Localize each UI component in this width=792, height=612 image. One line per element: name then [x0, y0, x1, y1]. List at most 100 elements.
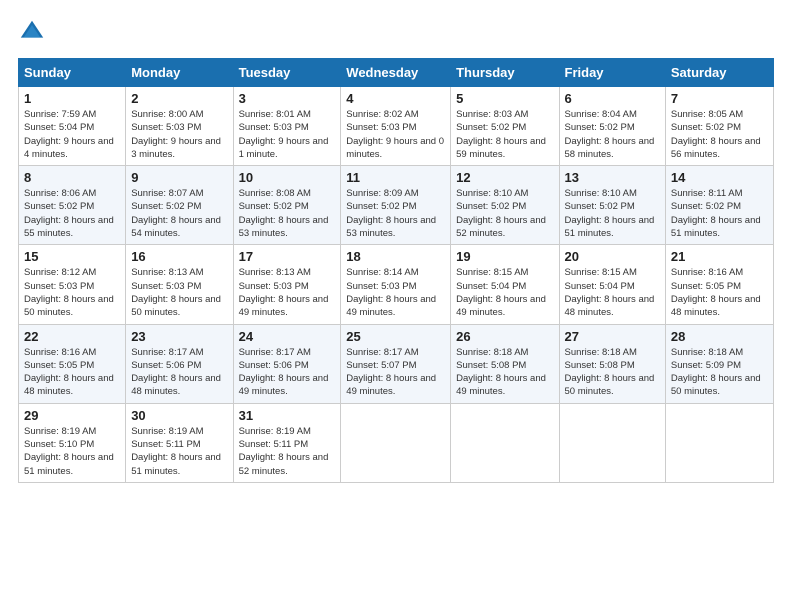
calendar-cell	[559, 403, 665, 482]
weekday-header: Saturday	[665, 59, 773, 87]
day-number: 24	[239, 329, 336, 344]
day-info: Sunrise: 8:00 AMSunset: 5:03 PMDaylight:…	[131, 108, 227, 161]
day-number: 25	[346, 329, 445, 344]
calendar-cell: 4 Sunrise: 8:02 AMSunset: 5:03 PMDayligh…	[341, 87, 451, 166]
calendar-cell: 25 Sunrise: 8:17 AMSunset: 5:07 PMDaylig…	[341, 324, 451, 403]
day-info: Sunrise: 8:19 AMSunset: 5:11 PMDaylight:…	[239, 425, 336, 478]
calendar-cell: 21 Sunrise: 8:16 AMSunset: 5:05 PMDaylig…	[665, 245, 773, 324]
calendar-cell: 23 Sunrise: 8:17 AMSunset: 5:06 PMDaylig…	[126, 324, 233, 403]
day-info: Sunrise: 8:10 AMSunset: 5:02 PMDaylight:…	[565, 187, 660, 240]
calendar-cell: 15 Sunrise: 8:12 AMSunset: 5:03 PMDaylig…	[19, 245, 126, 324]
day-number: 19	[456, 249, 553, 264]
day-info: Sunrise: 8:02 AMSunset: 5:03 PMDaylight:…	[346, 108, 445, 161]
calendar-cell: 2 Sunrise: 8:00 AMSunset: 5:03 PMDayligh…	[126, 87, 233, 166]
calendar-cell: 9 Sunrise: 8:07 AMSunset: 5:02 PMDayligh…	[126, 166, 233, 245]
weekday-header-row: SundayMondayTuesdayWednesdayThursdayFrid…	[19, 59, 774, 87]
day-number: 10	[239, 170, 336, 185]
day-info: Sunrise: 8:19 AMSunset: 5:10 PMDaylight:…	[24, 425, 120, 478]
calendar-cell: 30 Sunrise: 8:19 AMSunset: 5:11 PMDaylig…	[126, 403, 233, 482]
day-info: Sunrise: 8:19 AMSunset: 5:11 PMDaylight:…	[131, 425, 227, 478]
calendar-week-row: 29 Sunrise: 8:19 AMSunset: 5:10 PMDaylig…	[19, 403, 774, 482]
day-number: 21	[671, 249, 768, 264]
day-number: 28	[671, 329, 768, 344]
day-number: 1	[24, 91, 120, 106]
day-info: Sunrise: 8:18 AMSunset: 5:08 PMDaylight:…	[456, 346, 553, 399]
logo	[18, 18, 49, 46]
day-info: Sunrise: 8:16 AMSunset: 5:05 PMDaylight:…	[24, 346, 120, 399]
calendar-cell: 8 Sunrise: 8:06 AMSunset: 5:02 PMDayligh…	[19, 166, 126, 245]
day-number: 5	[456, 91, 553, 106]
day-info: Sunrise: 8:13 AMSunset: 5:03 PMDaylight:…	[131, 266, 227, 319]
day-info: Sunrise: 8:18 AMSunset: 5:08 PMDaylight:…	[565, 346, 660, 399]
day-number: 26	[456, 329, 553, 344]
calendar-cell: 22 Sunrise: 8:16 AMSunset: 5:05 PMDaylig…	[19, 324, 126, 403]
day-info: Sunrise: 8:08 AMSunset: 5:02 PMDaylight:…	[239, 187, 336, 240]
day-number: 8	[24, 170, 120, 185]
day-number: 16	[131, 249, 227, 264]
calendar-cell: 6 Sunrise: 8:04 AMSunset: 5:02 PMDayligh…	[559, 87, 665, 166]
weekday-header: Wednesday	[341, 59, 451, 87]
day-number: 18	[346, 249, 445, 264]
day-info: Sunrise: 7:59 AMSunset: 5:04 PMDaylight:…	[24, 108, 120, 161]
calendar-week-row: 1 Sunrise: 7:59 AMSunset: 5:04 PMDayligh…	[19, 87, 774, 166]
calendar-cell: 5 Sunrise: 8:03 AMSunset: 5:02 PMDayligh…	[451, 87, 559, 166]
day-number: 23	[131, 329, 227, 344]
calendar-cell: 12 Sunrise: 8:10 AMSunset: 5:02 PMDaylig…	[451, 166, 559, 245]
day-info: Sunrise: 8:09 AMSunset: 5:02 PMDaylight:…	[346, 187, 445, 240]
calendar-cell: 31 Sunrise: 8:19 AMSunset: 5:11 PMDaylig…	[233, 403, 341, 482]
day-number: 6	[565, 91, 660, 106]
day-info: Sunrise: 8:06 AMSunset: 5:02 PMDaylight:…	[24, 187, 120, 240]
day-number: 31	[239, 408, 336, 423]
calendar-week-row: 15 Sunrise: 8:12 AMSunset: 5:03 PMDaylig…	[19, 245, 774, 324]
calendar-cell: 24 Sunrise: 8:17 AMSunset: 5:06 PMDaylig…	[233, 324, 341, 403]
day-number: 30	[131, 408, 227, 423]
day-info: Sunrise: 8:17 AMSunset: 5:07 PMDaylight:…	[346, 346, 445, 399]
calendar-cell: 29 Sunrise: 8:19 AMSunset: 5:10 PMDaylig…	[19, 403, 126, 482]
day-info: Sunrise: 8:17 AMSunset: 5:06 PMDaylight:…	[239, 346, 336, 399]
day-number: 15	[24, 249, 120, 264]
day-info: Sunrise: 8:14 AMSunset: 5:03 PMDaylight:…	[346, 266, 445, 319]
day-info: Sunrise: 8:04 AMSunset: 5:02 PMDaylight:…	[565, 108, 660, 161]
day-number: 2	[131, 91, 227, 106]
weekday-header: Tuesday	[233, 59, 341, 87]
calendar-cell: 20 Sunrise: 8:15 AMSunset: 5:04 PMDaylig…	[559, 245, 665, 324]
calendar-cell: 17 Sunrise: 8:13 AMSunset: 5:03 PMDaylig…	[233, 245, 341, 324]
calendar-cell: 18 Sunrise: 8:14 AMSunset: 5:03 PMDaylig…	[341, 245, 451, 324]
calendar-cell: 7 Sunrise: 8:05 AMSunset: 5:02 PMDayligh…	[665, 87, 773, 166]
day-info: Sunrise: 8:16 AMSunset: 5:05 PMDaylight:…	[671, 266, 768, 319]
weekday-header: Sunday	[19, 59, 126, 87]
day-info: Sunrise: 8:11 AMSunset: 5:02 PMDaylight:…	[671, 187, 768, 240]
weekday-header: Friday	[559, 59, 665, 87]
calendar-cell: 3 Sunrise: 8:01 AMSunset: 5:03 PMDayligh…	[233, 87, 341, 166]
calendar-week-row: 22 Sunrise: 8:16 AMSunset: 5:05 PMDaylig…	[19, 324, 774, 403]
day-number: 22	[24, 329, 120, 344]
calendar-cell: 10 Sunrise: 8:08 AMSunset: 5:02 PMDaylig…	[233, 166, 341, 245]
calendar: SundayMondayTuesdayWednesdayThursdayFrid…	[18, 58, 774, 483]
calendar-week-row: 8 Sunrise: 8:06 AMSunset: 5:02 PMDayligh…	[19, 166, 774, 245]
day-number: 13	[565, 170, 660, 185]
calendar-cell: 19 Sunrise: 8:15 AMSunset: 5:04 PMDaylig…	[451, 245, 559, 324]
day-info: Sunrise: 8:01 AMSunset: 5:03 PMDaylight:…	[239, 108, 336, 161]
logo-icon	[18, 18, 46, 46]
day-info: Sunrise: 8:17 AMSunset: 5:06 PMDaylight:…	[131, 346, 227, 399]
calendar-cell	[665, 403, 773, 482]
day-number: 29	[24, 408, 120, 423]
day-number: 14	[671, 170, 768, 185]
header	[18, 18, 774, 46]
day-number: 12	[456, 170, 553, 185]
calendar-cell: 11 Sunrise: 8:09 AMSunset: 5:02 PMDaylig…	[341, 166, 451, 245]
day-number: 4	[346, 91, 445, 106]
day-info: Sunrise: 8:13 AMSunset: 5:03 PMDaylight:…	[239, 266, 336, 319]
day-number: 9	[131, 170, 227, 185]
day-info: Sunrise: 8:18 AMSunset: 5:09 PMDaylight:…	[671, 346, 768, 399]
day-info: Sunrise: 8:12 AMSunset: 5:03 PMDaylight:…	[24, 266, 120, 319]
day-info: Sunrise: 8:03 AMSunset: 5:02 PMDaylight:…	[456, 108, 553, 161]
calendar-cell	[341, 403, 451, 482]
weekday-header: Monday	[126, 59, 233, 87]
calendar-cell: 13 Sunrise: 8:10 AMSunset: 5:02 PMDaylig…	[559, 166, 665, 245]
day-info: Sunrise: 8:05 AMSunset: 5:02 PMDaylight:…	[671, 108, 768, 161]
calendar-cell	[451, 403, 559, 482]
day-number: 3	[239, 91, 336, 106]
day-number: 27	[565, 329, 660, 344]
calendar-cell: 14 Sunrise: 8:11 AMSunset: 5:02 PMDaylig…	[665, 166, 773, 245]
